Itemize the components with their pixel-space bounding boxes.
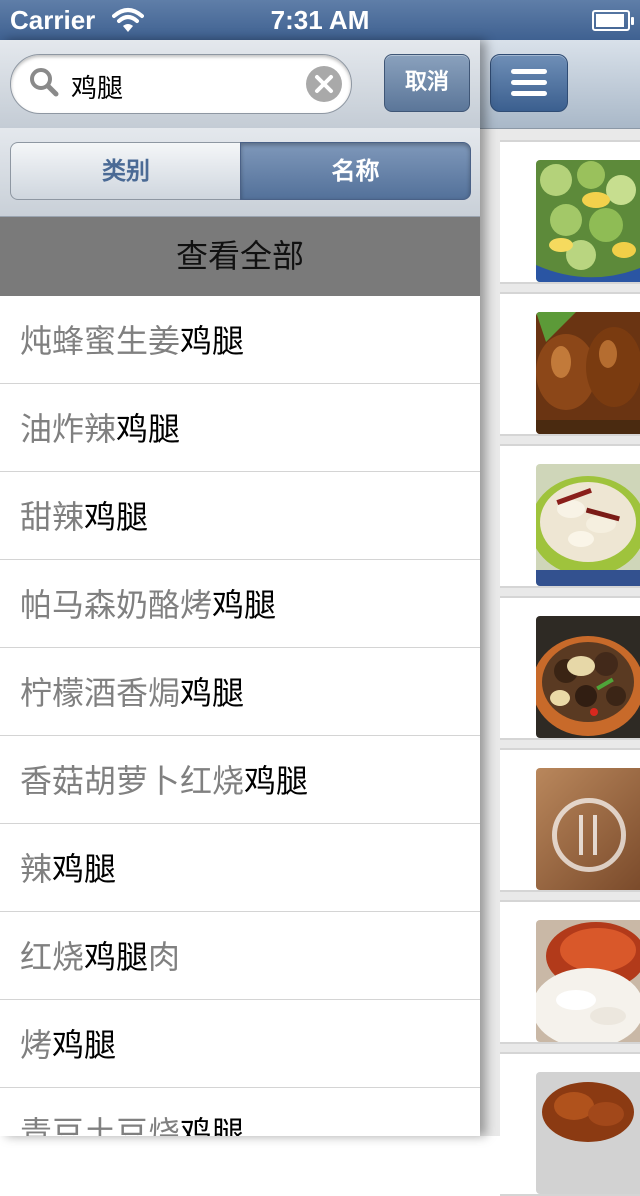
menu-button[interactable] [490, 54, 568, 112]
recipe-thumbnail [536, 464, 640, 586]
recipe-nav-bar [480, 40, 640, 129]
result-row[interactable]: 甜辣鸡腿 [0, 472, 480, 560]
recipe-card[interactable] [500, 140, 640, 284]
result-title: 炖蜂蜜生姜鸡腿 [20, 316, 244, 362]
result-title: 帕马森奶酪烤鸡腿 [20, 580, 276, 626]
result-title-match: 鸡腿 [52, 850, 117, 888]
result-row[interactable]: 辣鸡腿 [0, 824, 480, 912]
result-title: 香菇胡萝卜红烧鸡腿 [20, 756, 308, 802]
search-icon [30, 68, 59, 97]
clear-search-icon[interactable] [305, 65, 343, 103]
recipe-thumbnail [536, 312, 640, 434]
result-title-text: 红烧 [20, 938, 85, 976]
status-bar: Carrier 7:31 AM [0, 0, 640, 40]
search-bar: 鸡腿 取消 [0, 40, 480, 129]
recipe-card[interactable] [500, 900, 640, 1044]
result-title: 甜辣鸡腿 [20, 492, 148, 538]
result-title-match: 鸡腿 [212, 586, 277, 624]
result-title-text: 青豆土豆烧 [20, 1114, 181, 1136]
result-title-text: 炖蜂蜜生姜 [20, 322, 181, 360]
recipe-thumbnail [536, 160, 640, 282]
search-panel: 鸡腿 取消 类别 名称 查看全部 炖蜂蜜生姜鸡腿 油炸辣鸡腿 甜辣鸡腿 帕马森奶酪烤鸡… [0, 40, 480, 1136]
result-title: 青豆土豆烧鸡腿 [20, 1108, 244, 1136]
result-title-text: 甜辣 [20, 498, 85, 536]
recipe-card[interactable] [500, 748, 640, 892]
view-all-button[interactable]: 查看全部 [0, 217, 480, 296]
recipe-card[interactable] [500, 292, 640, 436]
result-row[interactable]: 油炸辣鸡腿 [0, 384, 480, 472]
recipe-card[interactable] [500, 1052, 640, 1196]
result-title-match: 鸡腿 [84, 938, 149, 976]
result-row[interactable]: 帕马森奶酪烤鸡腿 [0, 560, 480, 648]
recipe-thumbnail-placeholder [536, 768, 640, 890]
result-title: 辣鸡腿 [20, 844, 116, 890]
segment-category[interactable]: 类别 [10, 142, 241, 200]
result-row[interactable]: 香菇胡萝卜红烧鸡腿 [0, 736, 480, 824]
result-title-text: 辣 [20, 850, 53, 888]
battery-icon [592, 10, 634, 31]
result-title-match: 鸡腿 [180, 674, 245, 712]
result-row[interactable]: 青豆土豆烧鸡腿 [0, 1088, 480, 1136]
result-title: 油炸辣鸡腿 [20, 404, 180, 450]
result-title-text: 肉 [148, 938, 181, 976]
result-title-text: 香菇胡萝卜红烧 [20, 762, 245, 800]
result-title-match: 鸡腿 [180, 1114, 245, 1136]
fork-knife-icon [552, 798, 626, 872]
menu-icon [511, 69, 547, 74]
search-field[interactable]: 鸡腿 [10, 54, 352, 114]
recipe-thumbnail [536, 920, 640, 1042]
result-title-text: 柠檬酒香焗 [20, 674, 181, 712]
result-title-match: 鸡腿 [84, 498, 149, 536]
result-title-match: 鸡腿 [116, 410, 181, 448]
recipe-thumbnail [536, 1072, 640, 1194]
result-title-text: 烤 [20, 1026, 53, 1064]
clock: 7:31 AM [270, 5, 370, 35]
result-row[interactable]: 烤鸡腿 [0, 1000, 480, 1088]
recipe-card[interactable] [500, 444, 640, 588]
recipe-card[interactable] [500, 596, 640, 740]
search-results-list: 炖蜂蜜生姜鸡腿 油炸辣鸡腿 甜辣鸡腿 帕马森奶酪烤鸡腿 柠檬酒香焗鸡腿 香菇胡萝卜红烧鸡腿… [0, 296, 480, 1136]
result-row[interactable]: 红烧鸡腿肉 [0, 912, 480, 1000]
result-row[interactable]: 炖蜂蜜生姜鸡腿 [0, 296, 480, 384]
result-title-text: 帕马森奶酪烤 [20, 586, 213, 624]
result-row[interactable]: 柠檬酒香焗鸡腿 [0, 648, 480, 736]
scope-segmented-control: 类别 名称 [0, 128, 480, 217]
result-title: 红烧鸡腿肉 [20, 932, 180, 978]
result-title-match: 鸡腿 [52, 1026, 117, 1064]
result-title-text: 油炸辣 [20, 410, 117, 448]
result-title: 烤鸡腿 [20, 1020, 116, 1066]
result-title-match: 鸡腿 [244, 762, 309, 800]
result-title-match: 鸡腿 [180, 322, 245, 360]
cancel-button[interactable]: 取消 [384, 54, 470, 112]
segment-name[interactable]: 名称 [240, 142, 471, 200]
search-input[interactable]: 鸡腿 [71, 68, 123, 105]
recipe-list-panel [480, 40, 640, 1196]
result-title: 柠檬酒香焗鸡腿 [20, 668, 244, 714]
recipe-thumbnail [536, 616, 640, 738]
